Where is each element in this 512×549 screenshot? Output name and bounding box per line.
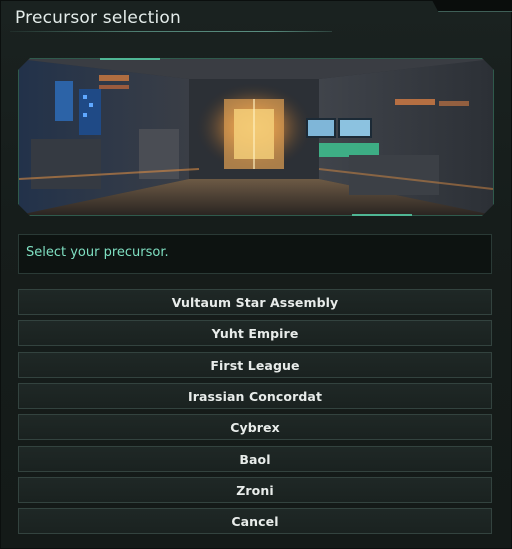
- banner-accent-bottom: [352, 214, 412, 216]
- option-first-league-button[interactable]: First League: [18, 351, 492, 378]
- option-label: Baol: [239, 451, 271, 467]
- option-label: Zroni: [236, 482, 274, 498]
- title-bar: Precursor selection: [0, 0, 512, 36]
- option-yuht-empire-button[interactable]: Yuht Empire: [18, 320, 492, 347]
- banner-accent-top: [100, 58, 160, 60]
- option-irassian-concordat-button[interactable]: Irassian Concordat: [18, 382, 492, 409]
- cancel-label: Cancel: [231, 514, 279, 530]
- dialog-title: Precursor selection: [15, 8, 181, 28]
- space-station-interior-image: [19, 59, 493, 215]
- option-vultaum-star-assembly-button[interactable]: Vultaum Star Assembly: [18, 289, 492, 315]
- option-zroni-button[interactable]: Zroni: [18, 476, 492, 503]
- option-label: Irassian Concordat: [187, 388, 323, 404]
- option-label: First League: [210, 357, 300, 373]
- option-label: Yuht Empire: [211, 326, 299, 342]
- banner-image: [18, 58, 494, 216]
- prompt-text: Select your precursor.: [26, 245, 169, 260]
- corner-decoration: [432, 0, 512, 12]
- option-label: Cybrex: [230, 420, 280, 436]
- cancel-button[interactable]: Cancel: [18, 508, 492, 535]
- option-cybrex-button[interactable]: Cybrex: [18, 414, 492, 441]
- option-label: Vultaum Star Assembly: [171, 295, 339, 310]
- precursor-selection-dialog: Precursor selection Select your precurso…: [0, 0, 512, 549]
- option-baol-button[interactable]: Baol: [18, 445, 492, 472]
- prompt-box: Select your precursor.: [18, 234, 492, 274]
- title-divider: [10, 31, 332, 32]
